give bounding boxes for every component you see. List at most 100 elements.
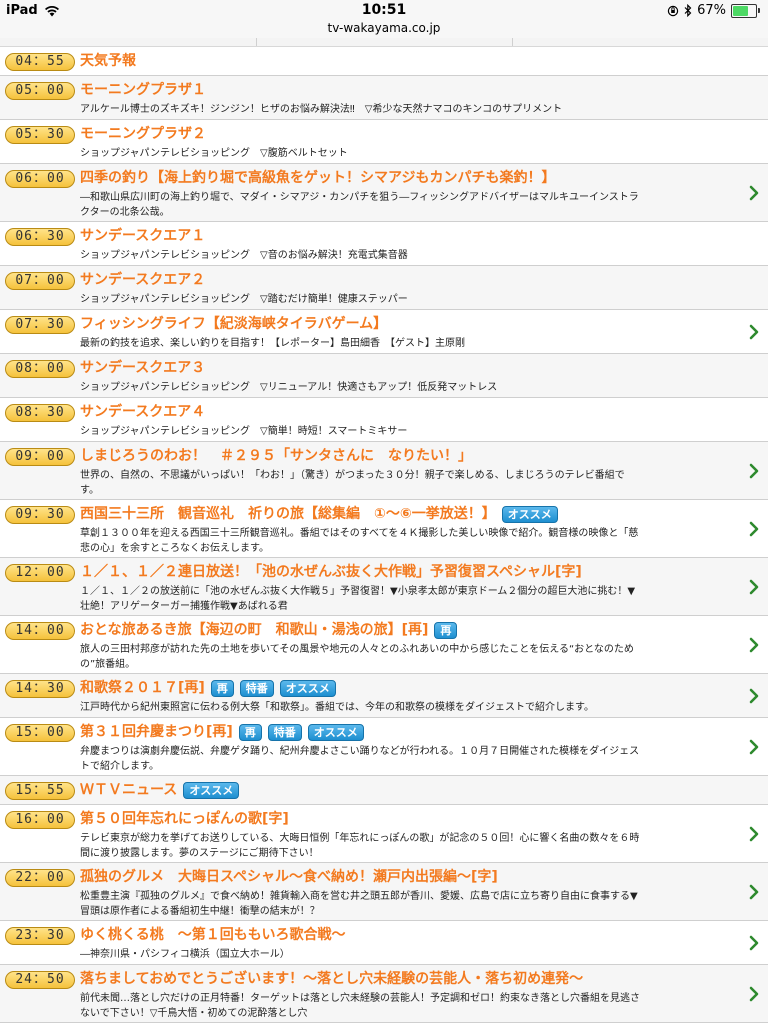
time-badge: 09：00 [5,448,75,466]
program-title[interactable]: １／１、１／２連日放送！「池の水ぜんぶ抜く大作戦」予習復習スペシャル[字] [80,562,582,582]
program-title-text: 和歌祭２０１７[再] [80,680,205,696]
program-title-text: 落ちましておめでとうございます！～落とし穴未経験の芸能人・落ち初め連発～ [80,971,584,987]
program-description: テレビ東京が総力を挙げてお送りしている、大晦日恒例「年忘れにっぽんの歌」が記念の… [80,833,640,859]
chevron-right-icon[interactable] [748,579,760,595]
address-bar[interactable]: tv-wakayama.co.jp [0,20,768,38]
time-badge: 12：00 [5,564,75,582]
program-title[interactable]: 西国三十三所 観音巡礼 祈りの旅【総集編 ①～⑥一挙放送！】 オススメ [80,504,558,524]
program-title: ＷＴＶニュース オススメ [80,780,240,800]
chevron-right-icon[interactable] [748,986,760,1002]
chevron-right-icon[interactable] [748,324,760,340]
program-description: １／１、１／２の放送前に「池の水ぜんぶ抜く大作戦５」予習復習！▼小泉孝太郎が東京… [80,586,636,612]
program-description: ショップジャパンテレビショッピング ▽腹筋ベルトセット [80,148,348,159]
time-badge: 23：30 [5,927,75,945]
program-title-text: 孤独のグルメ 大晦日スペシャル～食べ納め！瀬戸内出張編～[字] [80,869,498,885]
program-title[interactable]: しまじろうのわお！ ＃２９５「サンタさんに なりたい！」 [80,446,472,466]
program-title[interactable]: 落ちましておめでとうございます！～落とし穴未経験の芸能人・落ち初め連発～ [80,969,583,989]
program-title-text: モーニングプラザ２ [80,126,206,142]
program-title-text: 四季の釣り【海上釣り堀で高級魚をゲット！シマアジもカンパチも楽釣！】 [80,170,556,186]
chevron-right-icon[interactable] [748,637,760,653]
time-badge: 07：30 [5,316,75,334]
program-row[interactable]: 12：00 １／１、１／２連日放送！「池の水ぜんぶ抜く大作戦」予習復習スペシャル[… [0,558,768,616]
program-row[interactable]: 09：30 西国三十三所 観音巡礼 祈りの旅【総集編 ①～⑥一挙放送！】 オススメ草… [0,500,768,558]
program-title-text: おとな旅あるき旅【海辺の町 和歌山・湯浅の旅】[再] [80,622,429,638]
time-badge: 05：00 [5,82,75,100]
program-row[interactable]: 22：00 孤独のグルメ 大晦日スペシャル～食べ納め！瀬戸内出張編～[字] 松重豊主… [0,863,768,921]
program-description: 松重豊主演『孤独のグルメ』で食べ納め！雑貨輸入商を営む井之頭五郎が香川、愛媛、広… [80,891,638,917]
battery-percent: 67% [697,3,726,18]
program-row: 05：00 モーニングプラザ１ アルケール博士のズキズキ！ジンジン！ヒザのお悩み解決… [0,76,768,120]
program-title[interactable]: 第５０回年忘れにっぽんの歌[字] [80,809,289,829]
chevron-right-icon[interactable] [748,463,760,479]
program-title-text: サンデースクエア４ [80,404,206,420]
program-title-text: ゆく桃くる桃 ～第１回ももいろ歌合戦～ [80,927,346,943]
program-description: 弁慶まつりは演劇弁慶伝説、弁慶ゲタ踊り、紀州弁慶よさこい踊りなどが行われる。１０… [80,746,640,772]
program-title[interactable]: 第３１回弁慶まつり[再] 再特番 オススメ [80,722,364,742]
time-badge: 15：55 [5,782,75,800]
chevron-right-icon[interactable] [748,185,760,201]
url-text: tv-wakayama.co.jp [327,21,441,35]
program-title-text: 第５０回年忘れにっぽんの歌[字] [80,811,289,827]
tag-badge: オススメ [183,781,240,799]
time-badge: 08：00 [5,360,75,378]
program-row[interactable]: 14：00 おとな旅あるき旅【海辺の町 和歌山・湯浅の旅】[再] 再旅人の三田村邦彦… [0,616,768,674]
program-row[interactable]: 09：00 しまじろうのわお！ ＃２９５「サンタさんに なりたい！」 世界の、自然の… [0,442,768,500]
program-row[interactable]: 16：00 第５０回年忘れにっぽんの歌[字] テレビ東京が総力を挙げてお送りしている… [0,805,768,863]
program-title: 天気予報 [80,51,136,71]
program-description: ―神奈川県・パシフィコ横浜（国立大ホール） [80,949,290,960]
time-badge: 08：30 [5,404,75,422]
time-badge: 22：00 [5,869,75,887]
program-description: 旅人の三田村邦彦が訪れた先の土地を歩いてその風景や地元の人々とのふれあいの中から… [80,644,634,670]
program-row[interactable]: 14：30 和歌祭２０１７[再] 再特番 オススメ 江戸時代から紀州東照宮に伝わる例大祭… [0,674,768,718]
program-description: ショップジャパンテレビショッピング ▽簡単！時短！スマートミキサー [80,426,408,437]
program-title[interactable]: ゆく桃くる桃 ～第１回ももいろ歌合戦～ [80,925,345,945]
program-row: 08：30 サンデースクエア４ ショップジャパンテレビショッピング ▽簡単！時短！ス… [0,398,768,442]
program-title-text: フィッシングライフ【紀淡海峡タイラバゲーム】 [80,316,388,332]
chevron-right-icon[interactable] [748,884,760,900]
program-title-text: 第３１回弁慶まつり[再] [80,724,233,740]
program-title-text: 西国三十三所 観音巡礼 祈りの旅【総集編 ①～⑥一挙放送！】 [80,506,496,522]
program-title[interactable]: おとな旅あるき旅【海辺の町 和歌山・湯浅の旅】[再] 再 [80,620,458,640]
program-title-text: サンデースクエア３ [80,360,206,376]
program-description: ―和歌山県広川町の海上釣り堀で、マダイ・シマアジ・カンパチを狙う―フィッシングア… [80,192,639,218]
status-bar: iPad 10:51 67% [0,0,768,20]
program-description: ショップジャパンテレビショッピング ▽音のお悩み解決！充電式集音器 [80,250,408,261]
program-title[interactable]: 和歌祭２０１７[再] 再特番 オススメ [80,678,336,698]
orientation-lock-icon [667,5,679,16]
tag-badge: オススメ [501,505,558,523]
time-badge: 06：00 [5,170,75,188]
program-description: 草創１３００年を迎える西国三十三所観音巡礼。番組ではそのすべてを４Ｋ撮影した美し… [80,528,639,554]
program-row: 08：00 サンデースクエア３ ショップジャパンテレビショッピング ▽リニューアル！… [0,354,768,398]
chevron-right-icon[interactable] [748,826,760,842]
program-title-text: しまじろうのわお！ ＃２９５「サンタさんに なりたい！」 [80,448,472,464]
program-title[interactable]: 孤独のグルメ 大晦日スペシャル～食べ納め！瀬戸内出張編～[字] [80,867,498,887]
time-badge: 14：00 [5,622,75,640]
program-row[interactable]: 07：30 フィッシングライフ【紀淡海峡タイラバゲーム】最新の釣技を追求、楽しい釣… [0,310,768,354]
chevron-right-icon[interactable] [748,521,760,537]
program-title[interactable]: 四季の釣り【海上釣り堀で高級魚をゲット！シマアジもカンパチも楽釣！】 [80,168,555,188]
program-title: モーニングプラザ１ [80,80,206,100]
program-row: 04：55 天気予報 [0,47,768,76]
program-row[interactable]: 24：50 落ちましておめでとうございます！～落とし穴未経験の芸能人・落ち初め連発… [0,965,768,1023]
tag-badge: 再 [238,723,262,741]
program-title: サンデースクエア１ [80,226,205,246]
program-description: 最新の釣技を追求、楽しい釣りを目指す！【レポーター】島田細香 【ゲスト】主原剛 [80,338,465,349]
program-row[interactable]: 06：00 四季の釣り【海上釣り堀で高級魚をゲット！シマアジもカンパチも楽釣！】 ―… [0,164,768,222]
chevron-right-icon[interactable] [748,739,760,755]
program-title-text: １／１、１／２連日放送！「池の水ぜんぶ抜く大作戦」予習復習スペシャル[字] [80,564,582,580]
tag-badge: オススメ [307,723,364,741]
program-description: アルケール博士のズキズキ！ジンジン！ヒザのお悩み解決法‼ ▽希少な天然ナマコのキ… [80,104,563,115]
program-row: 07：00 サンデースクエア２ ショップジャパンテレビショッピング ▽踏むだけ簡単！… [0,266,768,310]
tag-badge: オススメ [279,679,336,697]
time-badge: 15：00 [5,724,75,742]
tag-badge: 特番 [267,723,302,741]
chevron-right-icon[interactable] [748,935,760,951]
chevron-right-icon[interactable] [748,688,760,704]
bluetooth-icon [684,4,692,17]
tab-strip [0,38,768,47]
program-row[interactable]: 15：00 第３１回弁慶まつり[再] 再特番 オススメ弁慶まつりは演劇弁慶伝説、弁慶ゲ… [0,718,768,776]
program-title: サンデースクエア３ [80,358,205,378]
program-row[interactable]: 23：30 ゆく桃くる桃 ～第１回ももいろ歌合戦～ ―神奈川県・パシフィコ横浜（国立… [0,921,768,965]
program-description: ショップジャパンテレビショッピング ▽踏むだけ簡単！健康ステッパー [80,294,408,305]
program-title[interactable]: フィッシングライフ【紀淡海峡タイラバゲーム】 [80,314,387,334]
